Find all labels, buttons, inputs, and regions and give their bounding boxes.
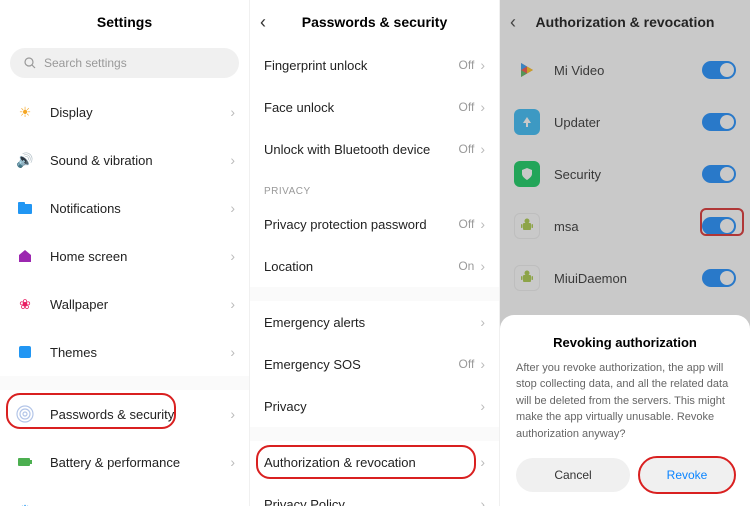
flower-icon: ❀ <box>14 293 36 315</box>
chevron-right-icon: › <box>480 496 485 506</box>
chevron-right-icon: › <box>230 152 235 168</box>
chevron-right-icon: › <box>480 57 485 73</box>
modal-buttons: Cancel Revoke <box>516 458 734 492</box>
row-passwords-security[interactable]: Passwords & security› <box>0 390 249 438</box>
row-location[interactable]: LocationOn› <box>250 245 499 287</box>
speaker-icon: 🔊 <box>14 149 36 171</box>
row-privacy-policy[interactable]: Privacy Policy› <box>250 483 499 506</box>
chevron-right-icon: › <box>230 406 235 422</box>
chevron-right-icon: › <box>480 314 485 330</box>
chevron-right-icon: › <box>230 248 235 264</box>
home-icon <box>14 245 36 267</box>
row-privacy[interactable]: Privacy› <box>250 385 499 427</box>
row-fingerprint[interactable]: Fingerprint unlockOff› <box>250 44 499 86</box>
panel1-header: Settings <box>0 0 249 44</box>
panel2-header: ‹ Passwords & security <box>250 0 499 44</box>
row-wallpaper[interactable]: ❀Wallpaper› <box>0 280 249 328</box>
passwords-security-panel: ‹ Passwords & security Fingerprint unloc… <box>250 0 500 506</box>
search-input[interactable]: Search settings <box>10 48 239 78</box>
row-display[interactable]: ☀Display› <box>0 88 249 136</box>
fingerprint-icon <box>14 403 36 425</box>
chevron-right-icon: › <box>480 99 485 115</box>
folder-icon <box>14 197 36 219</box>
search-icon <box>24 57 36 69</box>
sun-icon: ☀ <box>14 101 36 123</box>
battery-icon <box>14 451 36 473</box>
modal-title: Revoking authorization <box>516 335 734 350</box>
chevron-right-icon: › <box>230 344 235 360</box>
chevron-right-icon: › <box>230 454 235 470</box>
row-homescreen[interactable]: Home screen› <box>0 232 249 280</box>
chevron-right-icon: › <box>230 200 235 216</box>
row-themes[interactable]: Themes› <box>0 328 249 376</box>
panel1-title: Settings <box>97 14 152 30</box>
privacy-section-header: PRIVACY <box>250 170 499 203</box>
settings-panel: Settings Search settings ☀Display› 🔊Soun… <box>0 0 250 506</box>
chevron-right-icon: › <box>230 502 235 506</box>
panel2-title: Passwords & security <box>302 14 448 30</box>
gear-icon: ⚙ <box>14 499 36 506</box>
row-apps[interactable]: ⚙Apps› <box>0 486 249 506</box>
revoke-modal: Revoking authorization After you revoke … <box>500 315 750 506</box>
row-battery[interactable]: Battery & performance› <box>0 438 249 486</box>
modal-text: After you revoke authorization, the app … <box>516 360 734 443</box>
row-emergency-sos[interactable]: Emergency SOSOff› <box>250 343 499 385</box>
chevron-right-icon: › <box>480 398 485 414</box>
cancel-button[interactable]: Cancel <box>516 458 630 492</box>
row-auth-revocation[interactable]: Authorization & revocation› <box>250 441 499 483</box>
highlight-revoke <box>638 456 736 494</box>
divider <box>0 376 249 390</box>
row-sound[interactable]: 🔊Sound & vibration› <box>0 136 249 184</box>
search-placeholder: Search settings <box>44 56 127 70</box>
chevron-right-icon: › <box>480 454 485 470</box>
divider <box>250 287 499 301</box>
row-face[interactable]: Face unlockOff› <box>250 86 499 128</box>
theme-icon <box>14 341 36 363</box>
chevron-right-icon: › <box>480 216 485 232</box>
chevron-right-icon: › <box>480 356 485 372</box>
row-notifications[interactable]: Notifications› <box>0 184 249 232</box>
auth-revocation-panel: ‹ Authorization & revocation Mi Video Up… <box>500 0 750 506</box>
row-emergency-alerts[interactable]: Emergency alerts› <box>250 301 499 343</box>
chevron-right-icon: › <box>230 296 235 312</box>
chevron-right-icon: › <box>480 141 485 157</box>
back-button[interactable]: ‹ <box>260 12 266 33</box>
divider <box>250 427 499 441</box>
chevron-right-icon: › <box>480 258 485 274</box>
chevron-right-icon: › <box>230 104 235 120</box>
row-bluetooth[interactable]: Unlock with Bluetooth deviceOff› <box>250 128 499 170</box>
row-privacy-password[interactable]: Privacy protection passwordOff› <box>250 203 499 245</box>
